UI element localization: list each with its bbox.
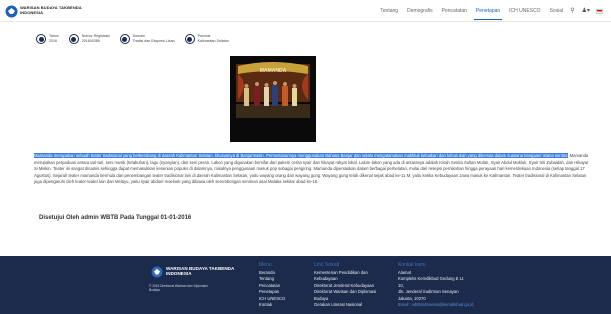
footer bbox=[0, 256, 611, 314]
user-menu-icon[interactable]: ♟▾ bbox=[582, 0, 590, 22]
info-value: 201600386 bbox=[81, 38, 100, 43]
footer-copyright: © 2016 Direktorat Warisan dan Diplomasi … bbox=[149, 284, 219, 293]
nav-demografis[interactable]: Demografis bbox=[407, 0, 433, 22]
footer-link-direktorat-warisan[interactable]: Direktorat Warisan dan Diplomasi bbox=[314, 289, 376, 295]
calendar-icon bbox=[36, 34, 46, 44]
nav-tentang[interactable]: Tentang bbox=[380, 0, 398, 22]
photo-banner-text: MAMANDA bbox=[260, 68, 287, 74]
registration-icon bbox=[68, 34, 79, 44]
nav-pencatatan[interactable]: Pencatatan bbox=[442, 0, 467, 22]
info-value: Tradisi dan Ekspresi Lisan bbox=[132, 38, 175, 43]
brand-line-2: INDONESIA bbox=[20, 10, 44, 15]
mamanda-photo: MAMANDA bbox=[230, 56, 316, 142]
info-domain: Domain Tradisi dan Ekspresi Lisan bbox=[119, 34, 175, 44]
footer-menu: Menu Beranda Tentang Pencatatan Penetapa… bbox=[259, 262, 285, 308]
nav-sosial[interactable]: Sosial bbox=[550, 0, 564, 22]
site-brand[interactable]: WARISAN BUDAYA TAKBENDA INDONESIA bbox=[20, 5, 82, 15]
footer-related-links: Link Terkait Kementerian Pendidikan dan … bbox=[314, 262, 376, 308]
footer-garuda-logo-icon bbox=[151, 266, 163, 278]
copyright-line-2: Budaya bbox=[149, 288, 160, 293]
footer-contact: Kontak kami Alamat Kompleks Kemdikbud Ge… bbox=[398, 262, 473, 308]
description-text: Mamanda merupakan sebuah teater tradisio… bbox=[34, 153, 590, 186]
info-badges: Tahun 2016 Nomor Registrasi 201600386 Doma… bbox=[36, 34, 239, 44]
domain-icon bbox=[119, 34, 130, 44]
nav-ich-unesco[interactable]: ICH UNESCO bbox=[509, 0, 540, 22]
info-value: 2016 bbox=[49, 38, 57, 43]
garuda-logo-icon[interactable] bbox=[5, 5, 18, 18]
approval-note: Disetujui Oleh admin WBTB Pada Tunggal 0… bbox=[39, 215, 192, 221]
footer-brand: WARISAN BUDAYA TAKBENDA INDONESIA bbox=[166, 266, 234, 277]
info-nomor-registrasi: Nomor Registrasi 201600386 bbox=[68, 34, 110, 44]
info-label: Nomor Registrasi bbox=[81, 34, 110, 38]
top-navbar: WARISAN BUDAYA TAKBENDA INDONESIA Tentan… bbox=[0, 0, 611, 22]
footer-menu-title: Menu bbox=[259, 262, 272, 268]
footer-links-title: Link Terkait bbox=[314, 262, 340, 268]
footer-link-literasi[interactable]: Gerakan Literasi Nasional bbox=[314, 302, 376, 308]
language-flag-icon[interactable] bbox=[596, 8, 603, 14]
footer-contact-title: Kontak kami bbox=[398, 262, 426, 268]
stage-performance-image: MAMANDA bbox=[230, 56, 316, 142]
footer-link-kontak[interactable]: Kontak bbox=[259, 302, 285, 308]
info-label: Tahun bbox=[49, 34, 59, 38]
info-tahun: Tahun 2016 bbox=[36, 34, 59, 44]
info-provinsi: Provinsi Kalimantan Selatan bbox=[184, 34, 229, 44]
main-nav: Tentang Demografis Pencatatan Penetapan … bbox=[371, 0, 603, 22]
info-value: Kalimantan Selatan bbox=[197, 38, 229, 43]
location-icon bbox=[184, 34, 195, 44]
search-icon[interactable]: ⚲ bbox=[570, 0, 574, 22]
contact-email[interactable]: Email : wbtbindonesia@kemdikbud.go.id bbox=[398, 302, 473, 308]
footer-brand-line-2: INDONESIA bbox=[166, 271, 192, 277]
contact-address-line-1: Kompleks Kemdikbud Gedung E Lt. bbox=[398, 276, 465, 282]
highlighted-text: Mamanda merupakan sebuah teater tradisio… bbox=[34, 153, 569, 158]
nav-penetapan[interactable]: Penetapan bbox=[473, 0, 503, 22]
